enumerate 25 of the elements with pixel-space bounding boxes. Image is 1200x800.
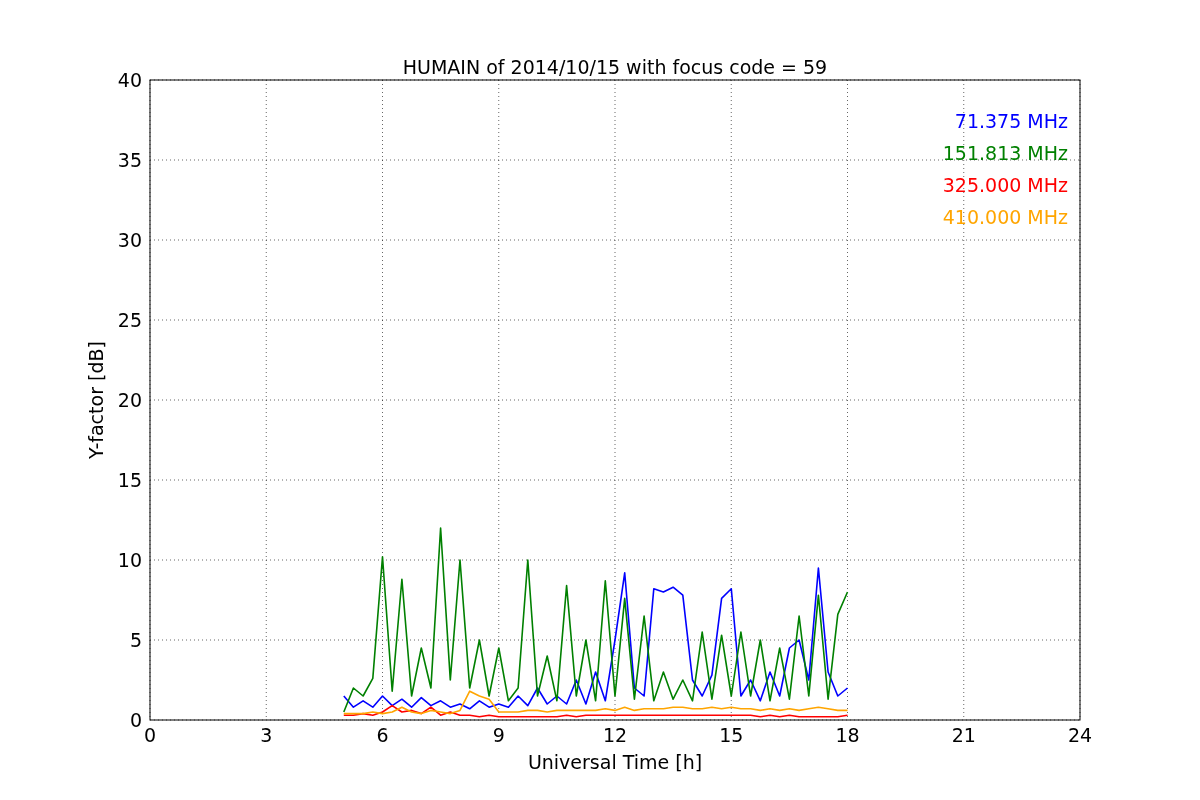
x-tick-label: 21 xyxy=(951,724,976,746)
x-tick-label: 18 xyxy=(835,724,860,746)
x-tick-label: 12 xyxy=(602,724,628,746)
y-tick-label: 20 xyxy=(117,389,142,411)
x-tick-label: 9 xyxy=(492,724,505,746)
x-tick-label: 15 xyxy=(719,724,744,746)
legend-label: 71.375 MHz xyxy=(954,110,1068,132)
y-tick-label: 25 xyxy=(117,309,142,331)
legend-label: 410.000 MHz xyxy=(942,206,1068,228)
y-tick-label: 0 xyxy=(129,709,142,731)
y-tick-label: 35 xyxy=(117,149,142,171)
chart-title: HUMAIN of 2014/10/15 with focus code = 59 xyxy=(402,56,828,78)
legend-label: 325.000 MHz xyxy=(942,174,1068,196)
x-tick-label: 6 xyxy=(376,724,389,746)
y-axis-label: Y-factor [dB] xyxy=(85,341,107,459)
x-axis-label: Universal Time [h] xyxy=(527,751,703,773)
y-tick-label: 10 xyxy=(117,549,142,571)
legend-label: 151.813 MHz xyxy=(942,142,1068,164)
x-tick-label: 0 xyxy=(143,724,157,746)
y-tick-label: 5 xyxy=(129,629,142,651)
x-tick-label: 24 xyxy=(1067,724,1093,746)
y-tick-label: 40 xyxy=(117,69,142,91)
y-tick-label: 15 xyxy=(117,469,142,491)
x-tick-label: 3 xyxy=(260,724,273,746)
y-tick-label: 30 xyxy=(117,229,142,251)
